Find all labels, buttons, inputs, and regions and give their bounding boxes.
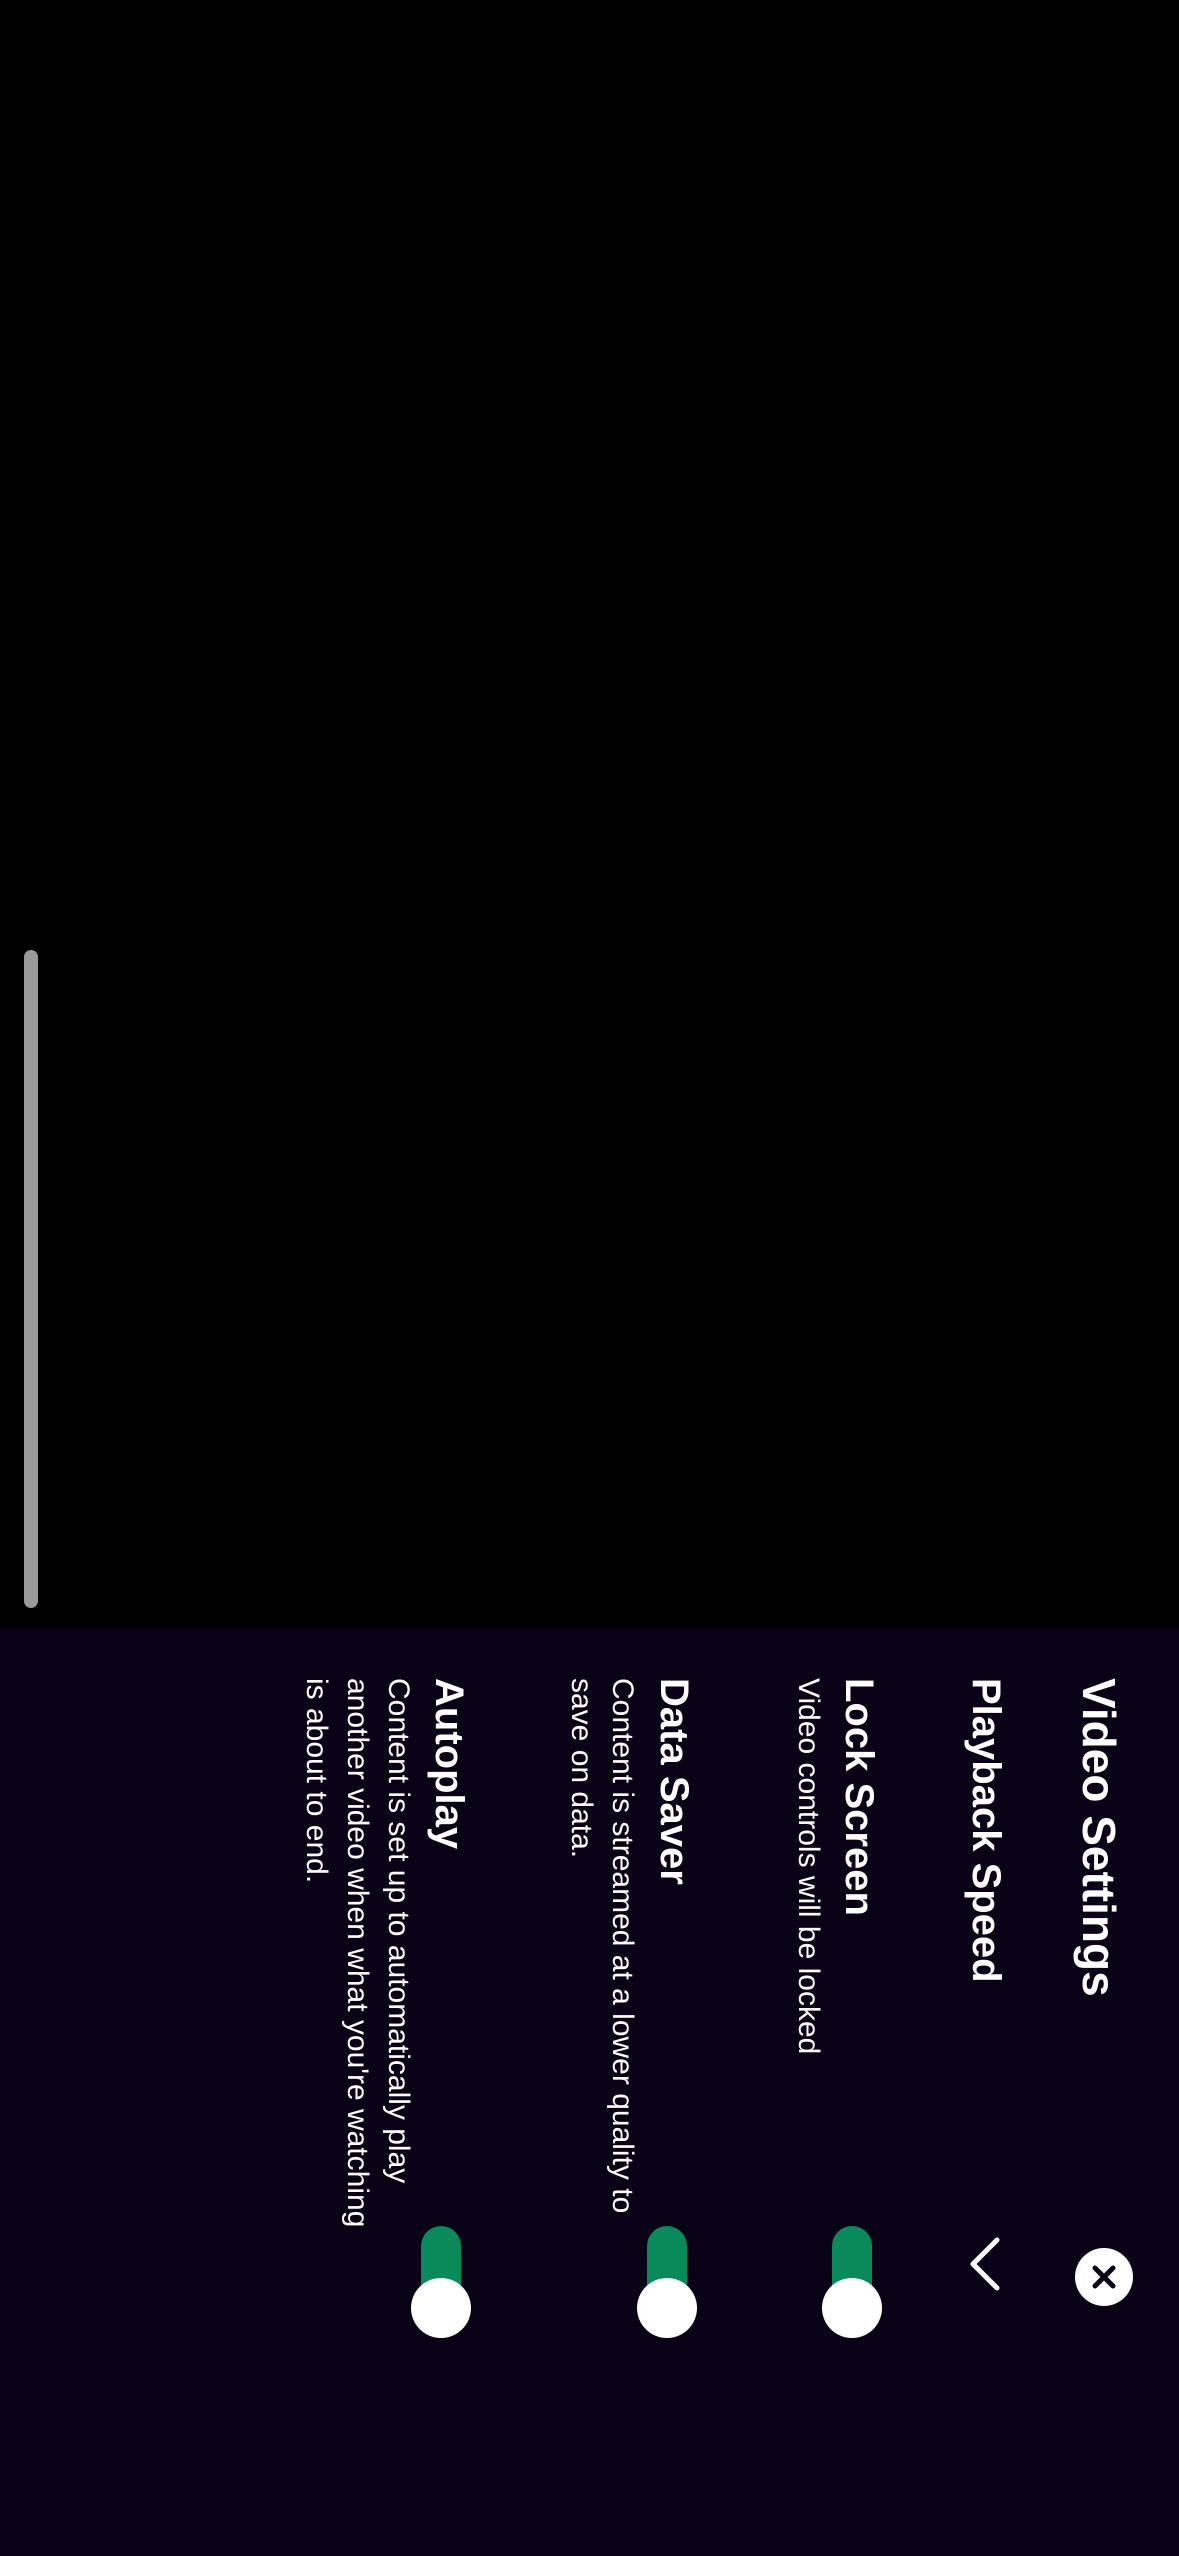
chevron-down-icon[interactable] <box>963 2234 1007 2294</box>
toggle-knob <box>411 2278 471 2338</box>
toggle-knob <box>637 2278 697 2338</box>
lock-screen-toggle[interactable] <box>822 2226 882 2338</box>
video-settings-sheet: Video Settings Playback Speed Lock Scree… <box>0 1628 1179 2556</box>
video-settings-content: Video Settings Playback Speed Lock Scree… <box>0 1628 1179 2556</box>
data-saver-label: Data Saver <box>652 1678 696 1885</box>
toggle-knob <box>822 2278 882 2338</box>
playback-speed-label: Playback Speed <box>964 1678 1008 1983</box>
close-icon <box>1092 2265 1116 2289</box>
video-player[interactable] <box>0 0 1179 1628</box>
video-scrubber[interactable] <box>24 950 38 1608</box>
sheet-title: Video Settings <box>1073 1678 1125 1997</box>
autoplay-label: Autoplay <box>427 1678 471 1850</box>
autoplay-description: Content is set up to automatically play … <box>300 1678 415 2228</box>
lock-screen-label: Lock Screen <box>837 1678 881 1916</box>
data-saver-toggle[interactable] <box>637 2226 697 2338</box>
autoplay-toggle[interactable] <box>411 2226 471 2338</box>
close-button[interactable] <box>1075 2248 1133 2306</box>
lock-screen-description: Video controls will be locked <box>792 1678 825 2055</box>
data-saver-description: Content is streamed at a lower quality t… <box>565 1678 639 2214</box>
